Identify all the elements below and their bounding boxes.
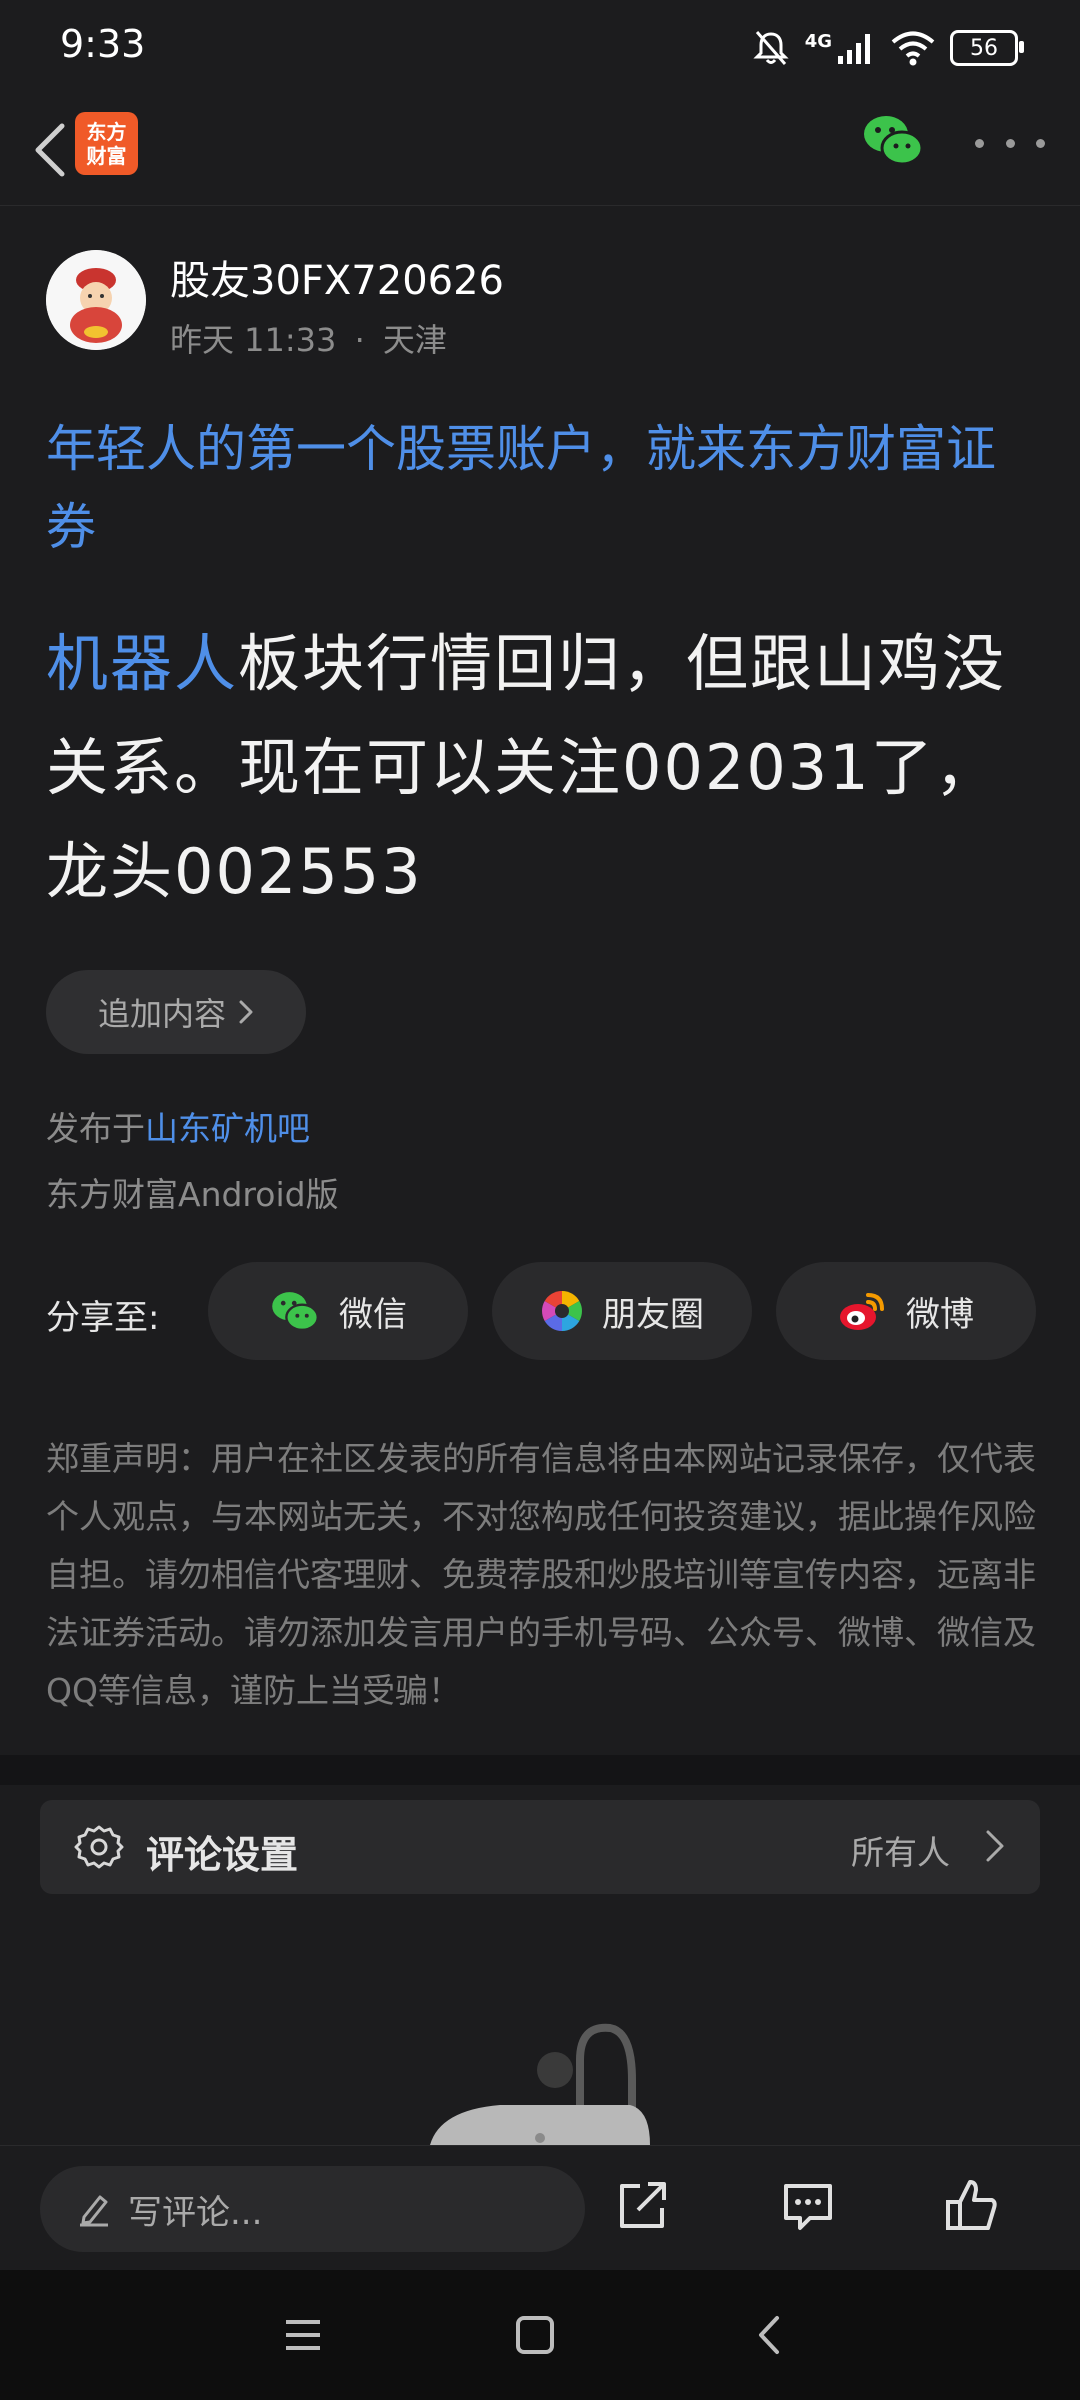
chevron-right-icon	[239, 1000, 253, 1024]
comment-settings-value: 所有人	[851, 1833, 950, 1872]
share-label: 分享至:	[46, 1298, 160, 1338]
publish-prefix: 发布于	[46, 1109, 145, 1148]
share-moments-button[interactable]: 朋友圈	[492, 1262, 752, 1360]
signal-icon	[838, 34, 870, 64]
back-button[interactable]	[20, 115, 80, 185]
share-wechat-button[interactable]: 微信	[208, 1262, 468, 1360]
section-divider	[0, 1755, 1080, 1785]
author-name[interactable]: 股友30FX720626	[170, 248, 504, 306]
logo-line1: 东方	[86, 119, 127, 144]
network-type: 4G	[804, 30, 832, 52]
append-content-label: 追加内容	[97, 995, 226, 1033]
post-location: 天津	[382, 321, 447, 359]
forum-link[interactable]: 山东矿机吧	[145, 1109, 310, 1148]
share-icon[interactable]	[612, 2176, 672, 2236]
comment-placeholder: 写评论...	[128, 2192, 263, 2233]
wechat-share-button[interactable]	[860, 108, 926, 174]
logo-line2: 财富	[86, 143, 127, 168]
avatar-image	[46, 250, 146, 350]
wechat-icon	[272, 1292, 319, 1332]
wifi-icon	[891, 31, 935, 66]
post-meta: 昨天 11:33 · 天津	[170, 315, 447, 361]
wechat-icon	[864, 116, 924, 166]
status-icons: 4G 56	[751, 24, 1024, 72]
more-dot-icon	[1036, 138, 1045, 148]
more-dot-icon	[975, 138, 984, 148]
chevron-left-icon	[35, 123, 65, 177]
gear-icon	[74, 1825, 124, 1869]
more-dot-icon	[1005, 138, 1015, 148]
pencil-icon	[80, 2195, 108, 2227]
status-bar: 9:33 4G 56	[0, 0, 1080, 95]
share-wechat-label: 微信	[339, 1294, 407, 1335]
meta-separator: ·	[354, 321, 365, 359]
share-moments-label: 朋友圈	[602, 1294, 704, 1335]
append-content-button[interactable]: 追加内容	[46, 970, 306, 1054]
back-nav-icon[interactable]	[745, 2310, 795, 2360]
post-time: 昨天 11:33	[170, 321, 337, 359]
product-image	[430, 2023, 650, 2145]
menu-icon[interactable]	[278, 2310, 328, 2360]
comment-input[interactable]: 写评论...	[40, 2166, 585, 2252]
more-options-button[interactable]	[975, 118, 1045, 168]
home-icon[interactable]	[510, 2310, 560, 2360]
comment-settings-row[interactable]: 评论设置 所有人	[40, 1800, 1040, 1894]
thumbs-up-icon[interactable]	[942, 2176, 1002, 2236]
app-logo: 东方 财富	[75, 112, 138, 175]
battery-level: 56	[970, 35, 998, 61]
battery-indicator: 56	[950, 30, 1024, 66]
moments-icon	[542, 1291, 582, 1331]
system-navigation-bar	[0, 2270, 1080, 2400]
post-keyword-link[interactable]: 机器人	[46, 627, 238, 700]
promo-link[interactable]: 年轻人的第一个股票账户，就来东方财富证券	[46, 410, 1041, 566]
comment-settings-title: 评论设置	[146, 1833, 299, 1877]
share-weibo-label: 微博	[906, 1294, 974, 1335]
publish-info: 发布于山东矿机吧	[46, 1102, 310, 1150]
bottom-action-bar: 写评论...	[0, 2145, 1080, 2271]
client-info: 东方财富Android版	[46, 1175, 339, 1214]
status-time: 9:33	[60, 22, 146, 66]
mute-bell-icon	[753, 31, 789, 65]
avatar[interactable]	[46, 250, 146, 350]
weibo-icon	[840, 1293, 884, 1330]
chevron-right-icon	[986, 1830, 1004, 1862]
share-weibo-button[interactable]: 微博	[776, 1262, 1036, 1360]
post-content: 机器人板块行情回归，但跟山鸡没关系。现在可以关注002031了，龙头002553	[46, 612, 1041, 924]
disclaimer-text: 郑重声明：用户在社区发表的所有信息将由本网站记录保存，仅代表个人观点，与本网站无…	[46, 1439, 1036, 1710]
comments-icon[interactable]	[778, 2176, 838, 2236]
